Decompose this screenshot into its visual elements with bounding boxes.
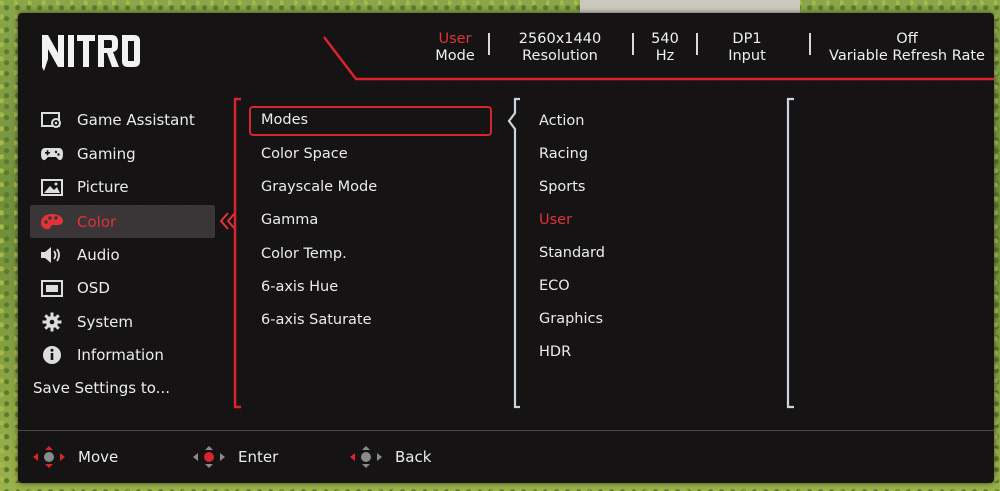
status-divider	[632, 33, 634, 55]
menu-item-color[interactable]: Color	[30, 205, 215, 238]
menu-item-label: Gaming	[77, 145, 136, 163]
submenu-item-6-axis-saturate[interactable]: 6-axis Saturate	[261, 312, 372, 328]
option-sports[interactable]: Sports	[539, 179, 585, 195]
menu-item-game-assistant[interactable]: Game Assistant	[30, 106, 215, 134]
menu-item-audio[interactable]: Audio	[30, 241, 215, 269]
gear-icon	[40, 312, 64, 332]
monitor-osd: User Mode 2560x1440 Resolution 540 Hz DP…	[18, 13, 994, 483]
menu-item-gaming[interactable]: Gaming	[30, 140, 215, 168]
save-settings-item[interactable]: Save Settings to...	[33, 379, 170, 397]
status-resolution-label: Resolution	[522, 47, 598, 64]
status-divider	[696, 33, 698, 55]
info-icon	[40, 345, 64, 365]
dpad-enter-icon	[193, 446, 225, 468]
status-mode-label: Mode	[435, 47, 475, 64]
footer-divider	[18, 430, 994, 431]
status-divider	[809, 33, 811, 55]
submenu-item-grayscale-mode[interactable]: Grayscale Mode	[261, 179, 377, 195]
menu-item-osd[interactable]: OSD	[30, 274, 215, 302]
nitro-logo	[42, 35, 140, 71]
footer-enter-hint: Enter	[192, 445, 278, 469]
menu-item-label: Audio	[77, 246, 120, 264]
option-standard[interactable]: Standard	[539, 245, 605, 261]
osd-icon	[40, 278, 64, 298]
status-refresh-label: Hz	[655, 47, 675, 64]
status-refresh-value: 540	[651, 31, 679, 47]
menu-item-label: Picture	[77, 178, 129, 196]
status-vrr: Off Variable Refresh Rate	[824, 31, 990, 65]
footer-move-hint: Move	[32, 445, 118, 469]
option-user[interactable]: User	[539, 212, 572, 228]
game-assistant-icon	[40, 110, 64, 130]
submenu-bracket	[233, 97, 241, 409]
option-racing[interactable]: Racing	[539, 146, 588, 162]
background-building	[580, 0, 800, 14]
menu-item-information[interactable]: Information	[30, 341, 215, 369]
options-bracket	[507, 97, 520, 409]
menu-item-label: Information	[77, 346, 164, 364]
detail-bracket	[786, 97, 794, 409]
status-resolution: 2560x1440 Resolution	[505, 31, 615, 65]
footer-move-label: Move	[78, 448, 119, 466]
menu-item-label: System	[77, 313, 133, 331]
speaker-icon	[40, 245, 64, 265]
submenu-item-6-axis-hue[interactable]: 6-axis Hue	[261, 279, 338, 295]
gamepad-icon	[40, 144, 64, 164]
menu-item-picture[interactable]: Picture	[30, 173, 215, 201]
menu-item-label: Game Assistant	[77, 111, 195, 129]
status-refresh: 540 Hz	[640, 31, 690, 65]
footer-enter-label: Enter	[238, 448, 279, 466]
submenu-item-modes[interactable]: Modes	[261, 112, 308, 128]
footer-back-label: Back	[395, 448, 432, 466]
status-mode-value: User	[438, 31, 472, 47]
status-resolution-value: 2560x1440	[518, 31, 602, 47]
option-hdr[interactable]: HDR	[539, 344, 571, 360]
status-input: DP1 Input	[714, 31, 780, 65]
menu-item-label: OSD	[77, 279, 110, 297]
option-graphics[interactable]: Graphics	[539, 311, 603, 327]
status-divider	[488, 33, 490, 55]
option-eco[interactable]: ECO	[539, 278, 570, 294]
footer-back-hint: Back	[349, 445, 431, 469]
submenu-item-gamma[interactable]: Gamma	[261, 212, 318, 228]
menu-item-label: Color	[77, 212, 117, 231]
status-input-label: Input	[728, 47, 766, 64]
status-mode: User Mode	[428, 31, 482, 65]
option-action[interactable]: Action	[539, 113, 584, 129]
submenu-item-color-space[interactable]: Color Space	[261, 146, 348, 162]
status-input-value: DP1	[732, 31, 762, 47]
menu-item-system[interactable]: System	[30, 308, 215, 336]
picture-icon	[40, 177, 64, 197]
color-icon	[40, 212, 64, 232]
submenu-item-color-temp[interactable]: Color Temp.	[261, 246, 347, 262]
dpad-move-icon	[33, 446, 65, 468]
status-vrr-label: Variable Refresh Rate	[829, 47, 985, 64]
dpad-back-icon	[350, 446, 382, 468]
status-vrr-value: Off	[896, 31, 918, 47]
